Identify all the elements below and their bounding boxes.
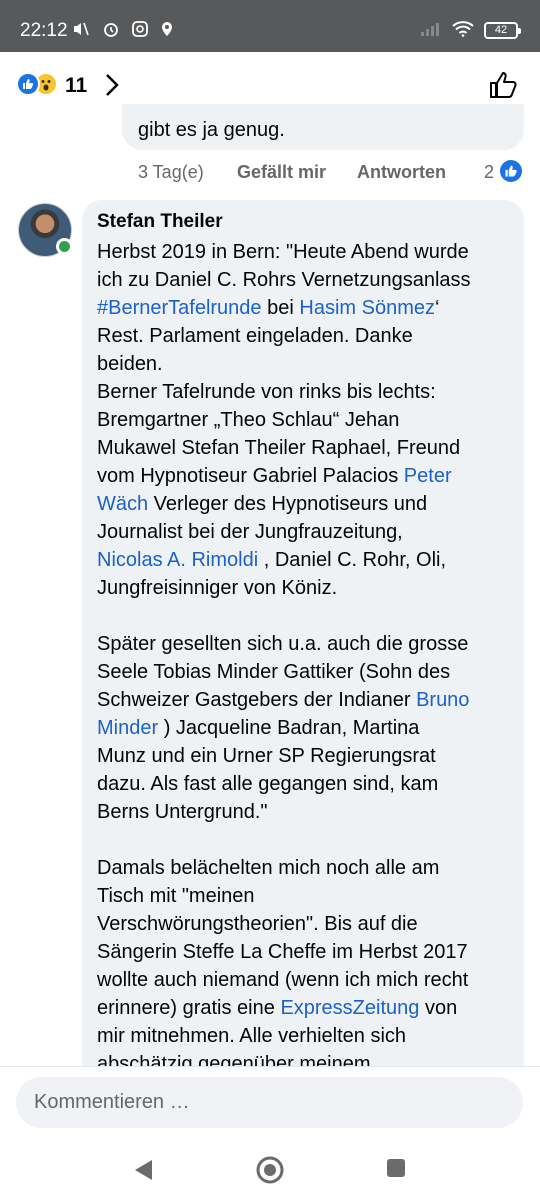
comment-text-segment: dazu. Als fast alle gegangen sind, kam	[97, 773, 439, 795]
comment-link[interactable]: Wäch	[97, 493, 148, 515]
comment-link[interactable]: Nicolas A. Rimoldi	[97, 549, 258, 571]
comment-line: mir mitnehmen. Alle verhielten sich	[97, 1022, 517, 1050]
comment-line: Seele Tobias Minder Gattiker (Sohn des	[97, 658, 517, 686]
comment-text-segment: beiden.	[97, 353, 163, 375]
comment-line: beiden.	[97, 350, 517, 378]
like-reaction-icon	[16, 72, 40, 96]
home-icon[interactable]	[256, 1156, 284, 1189]
comment-text-segment: ich zu Daniel C. Rohrs Vernetzungsanlass	[97, 269, 471, 291]
comment-text-segment: Seele Tobias Minder Gattiker (Sohn des	[97, 661, 451, 683]
comment-text-segment: ) Jacqueline Badran, Martina	[158, 717, 420, 739]
comment-text-segment: vom Hypnotiseur Gabriel Palacios	[97, 465, 404, 487]
comment-text-segment: Berns Untergrund."	[97, 801, 268, 823]
comment-link[interactable]: Peter	[404, 465, 452, 487]
comment-text-segment: , Daniel C. Rohr, Oli,	[258, 549, 447, 571]
comment-text-segment: Später gesellten sich u.a. auch die gros…	[97, 633, 469, 655]
comment-line: Berns Untergrund."	[97, 798, 517, 826]
comment-reaction-count[interactable]: 2	[484, 162, 494, 183]
chevron-right-icon[interactable]	[104, 72, 120, 103]
mute-icon	[72, 21, 90, 41]
status-bar: 22:12 42	[0, 0, 540, 52]
comment-text-segment: erinnere) gratis eine	[97, 997, 281, 1019]
comment-line: Rest. Parlament eingeladen. Danke	[97, 322, 517, 350]
comment-line: Damals belächelten mich noch alle am	[97, 854, 517, 882]
comment-text-segment: Schweizer Gastgebers der Indianer	[97, 689, 417, 711]
comment-line: vom Hypnotiseur Gabriel Palacios Peter	[97, 462, 517, 490]
like-action-button[interactable]: Gefällt mir	[237, 162, 326, 183]
comment-line: Bremgartner „Theo Schlau“ Jehan	[97, 406, 517, 434]
comment-line: Jungfreisinniger von Köniz.	[97, 574, 517, 602]
comment-link[interactable]: Hasim Sönmez	[299, 297, 435, 319]
comment-line: dazu. Als fast alle gegangen sind, kam	[97, 770, 517, 798]
comment-text-segment: Bremgartner „Theo Schlau“ Jehan	[97, 409, 400, 431]
comment-line: Herbst 2019 in Bern: "Heute Abend wurde	[97, 238, 517, 266]
comment-text-segment: Jungfreisinniger von Köniz.	[97, 577, 338, 599]
reaction-count[interactable]: 11	[65, 74, 87, 98]
comment-text-segment: Sängerin Steffe La Cheffe im Herbst 2017	[97, 941, 468, 963]
back-icon[interactable]	[132, 1158, 154, 1187]
status-icons-right: 42	[420, 21, 521, 40]
signal-icon	[420, 21, 442, 40]
comment-text-segment: ‘	[434, 297, 440, 319]
status-icons-left	[72, 21, 174, 41]
system-nav-bar	[0, 1148, 540, 1200]
comment-timestamp: 3 Tag(e)	[138, 162, 204, 182]
comment-line: Minder ) Jacqueline Badran, Martina	[97, 714, 517, 742]
comment-text-segment: Verschwörungstheorien". Bis auf die	[97, 913, 418, 935]
comment-text-segment: bei	[261, 297, 300, 319]
battery-icon: 42	[484, 22, 521, 39]
comment-link[interactable]: Bruno	[416, 689, 469, 711]
status-time: 22:12	[20, 20, 68, 41]
comment-line: Wäch Verleger des Hypnotiseurs und	[97, 490, 517, 518]
comment-text-segment: Herbst 2019 in Bern: "Heute Abend wurde	[97, 241, 469, 263]
comment-line: Sängerin Steffe La Cheffe im Herbst 2017	[97, 938, 517, 966]
reply-action-button[interactable]: Antworten	[357, 162, 446, 183]
previous-comment-actions: 3 Tag(e) Gefällt mir Antworten 2	[0, 160, 540, 188]
online-status-indicator	[56, 238, 73, 255]
comment-text: Herbst 2019 in Bern: "Heute Abend wurde i…	[97, 238, 517, 1078]
comment-input[interactable]	[16, 1077, 523, 1128]
comment-line: Berner Tafelrunde von rinks bis lechts:	[97, 378, 517, 406]
comment-line: Verschwörungstheorien". Bis auf die	[97, 910, 517, 938]
comment-text-segment: wollte auch niemand (wenn ich mich recht	[97, 969, 469, 991]
previous-comment-text: gibt es ja genug.	[138, 119, 285, 141]
comment-composer	[0, 1066, 540, 1148]
comment-line: Mukawel Stefan Theiler Raphael, Freund	[97, 434, 517, 462]
comment-line: erinnere) gratis eine ExpressZeitung von	[97, 994, 517, 1022]
comment-link[interactable]: #BernerTafelrunde	[97, 297, 262, 319]
comment-line: Später gesellten sich u.a. auch die gros…	[97, 630, 517, 658]
comment-text-segment: Munz und ein Urner SP Regierungsrat	[97, 745, 436, 767]
comment-line: #BernerTafelrunde bei Hasim Sönmez‘	[97, 294, 517, 322]
comment-text-segment: Tisch mit "meinen	[97, 885, 255, 907]
comment-text-segment: mir mitnehmen. Alle verhielten sich	[97, 1025, 407, 1047]
like-reaction-icon	[500, 160, 522, 182]
comment-line: Nicolas A. Rimoldi , Daniel C. Rohr, Oli…	[97, 546, 517, 574]
like-button-icon[interactable]	[488, 70, 520, 105]
comment-link[interactable]: ExpressZeitung	[280, 997, 419, 1019]
comment-text-segment: Damals belächelten mich noch alle am	[97, 857, 440, 879]
comment-text-segment: Mukawel Stefan Theiler Raphael, Freund	[97, 437, 461, 459]
comment-line: Journalist bei der Jungfrauzeitung,	[97, 518, 517, 546]
wifi-icon	[452, 21, 474, 40]
recent-apps-icon[interactable]	[386, 1158, 406, 1183]
comment-text-segment: Verleger des Hypnotiseurs und	[148, 493, 428, 515]
comment-text-segment: Berner Tafelrunde von rinks bis lechts:	[97, 381, 436, 403]
comment-author[interactable]: Stefan Theiler	[97, 211, 223, 233]
comment-line: ich zu Daniel C. Rohrs Vernetzungsanlass	[97, 266, 517, 294]
location-icon	[160, 21, 174, 41]
instagram-icon	[132, 21, 148, 41]
comment-line: wollte auch niemand (wenn ich mich recht	[97, 966, 517, 994]
alarm-icon	[102, 21, 120, 41]
comment-text-segment: von	[419, 997, 458, 1019]
comment-link[interactable]: Minder	[97, 717, 158, 739]
comment-text-segment: Rest. Parlament eingeladen. Danke	[97, 325, 413, 347]
comment-line: Schweizer Gastgebers der Indianer Bruno	[97, 686, 517, 714]
comment-line: Tisch mit "meinen	[97, 882, 517, 910]
comment-line: Munz und ein Urner SP Regierungsrat	[97, 742, 517, 770]
comment-text-segment: Journalist bei der Jungfrauzeitung,	[97, 521, 403, 543]
